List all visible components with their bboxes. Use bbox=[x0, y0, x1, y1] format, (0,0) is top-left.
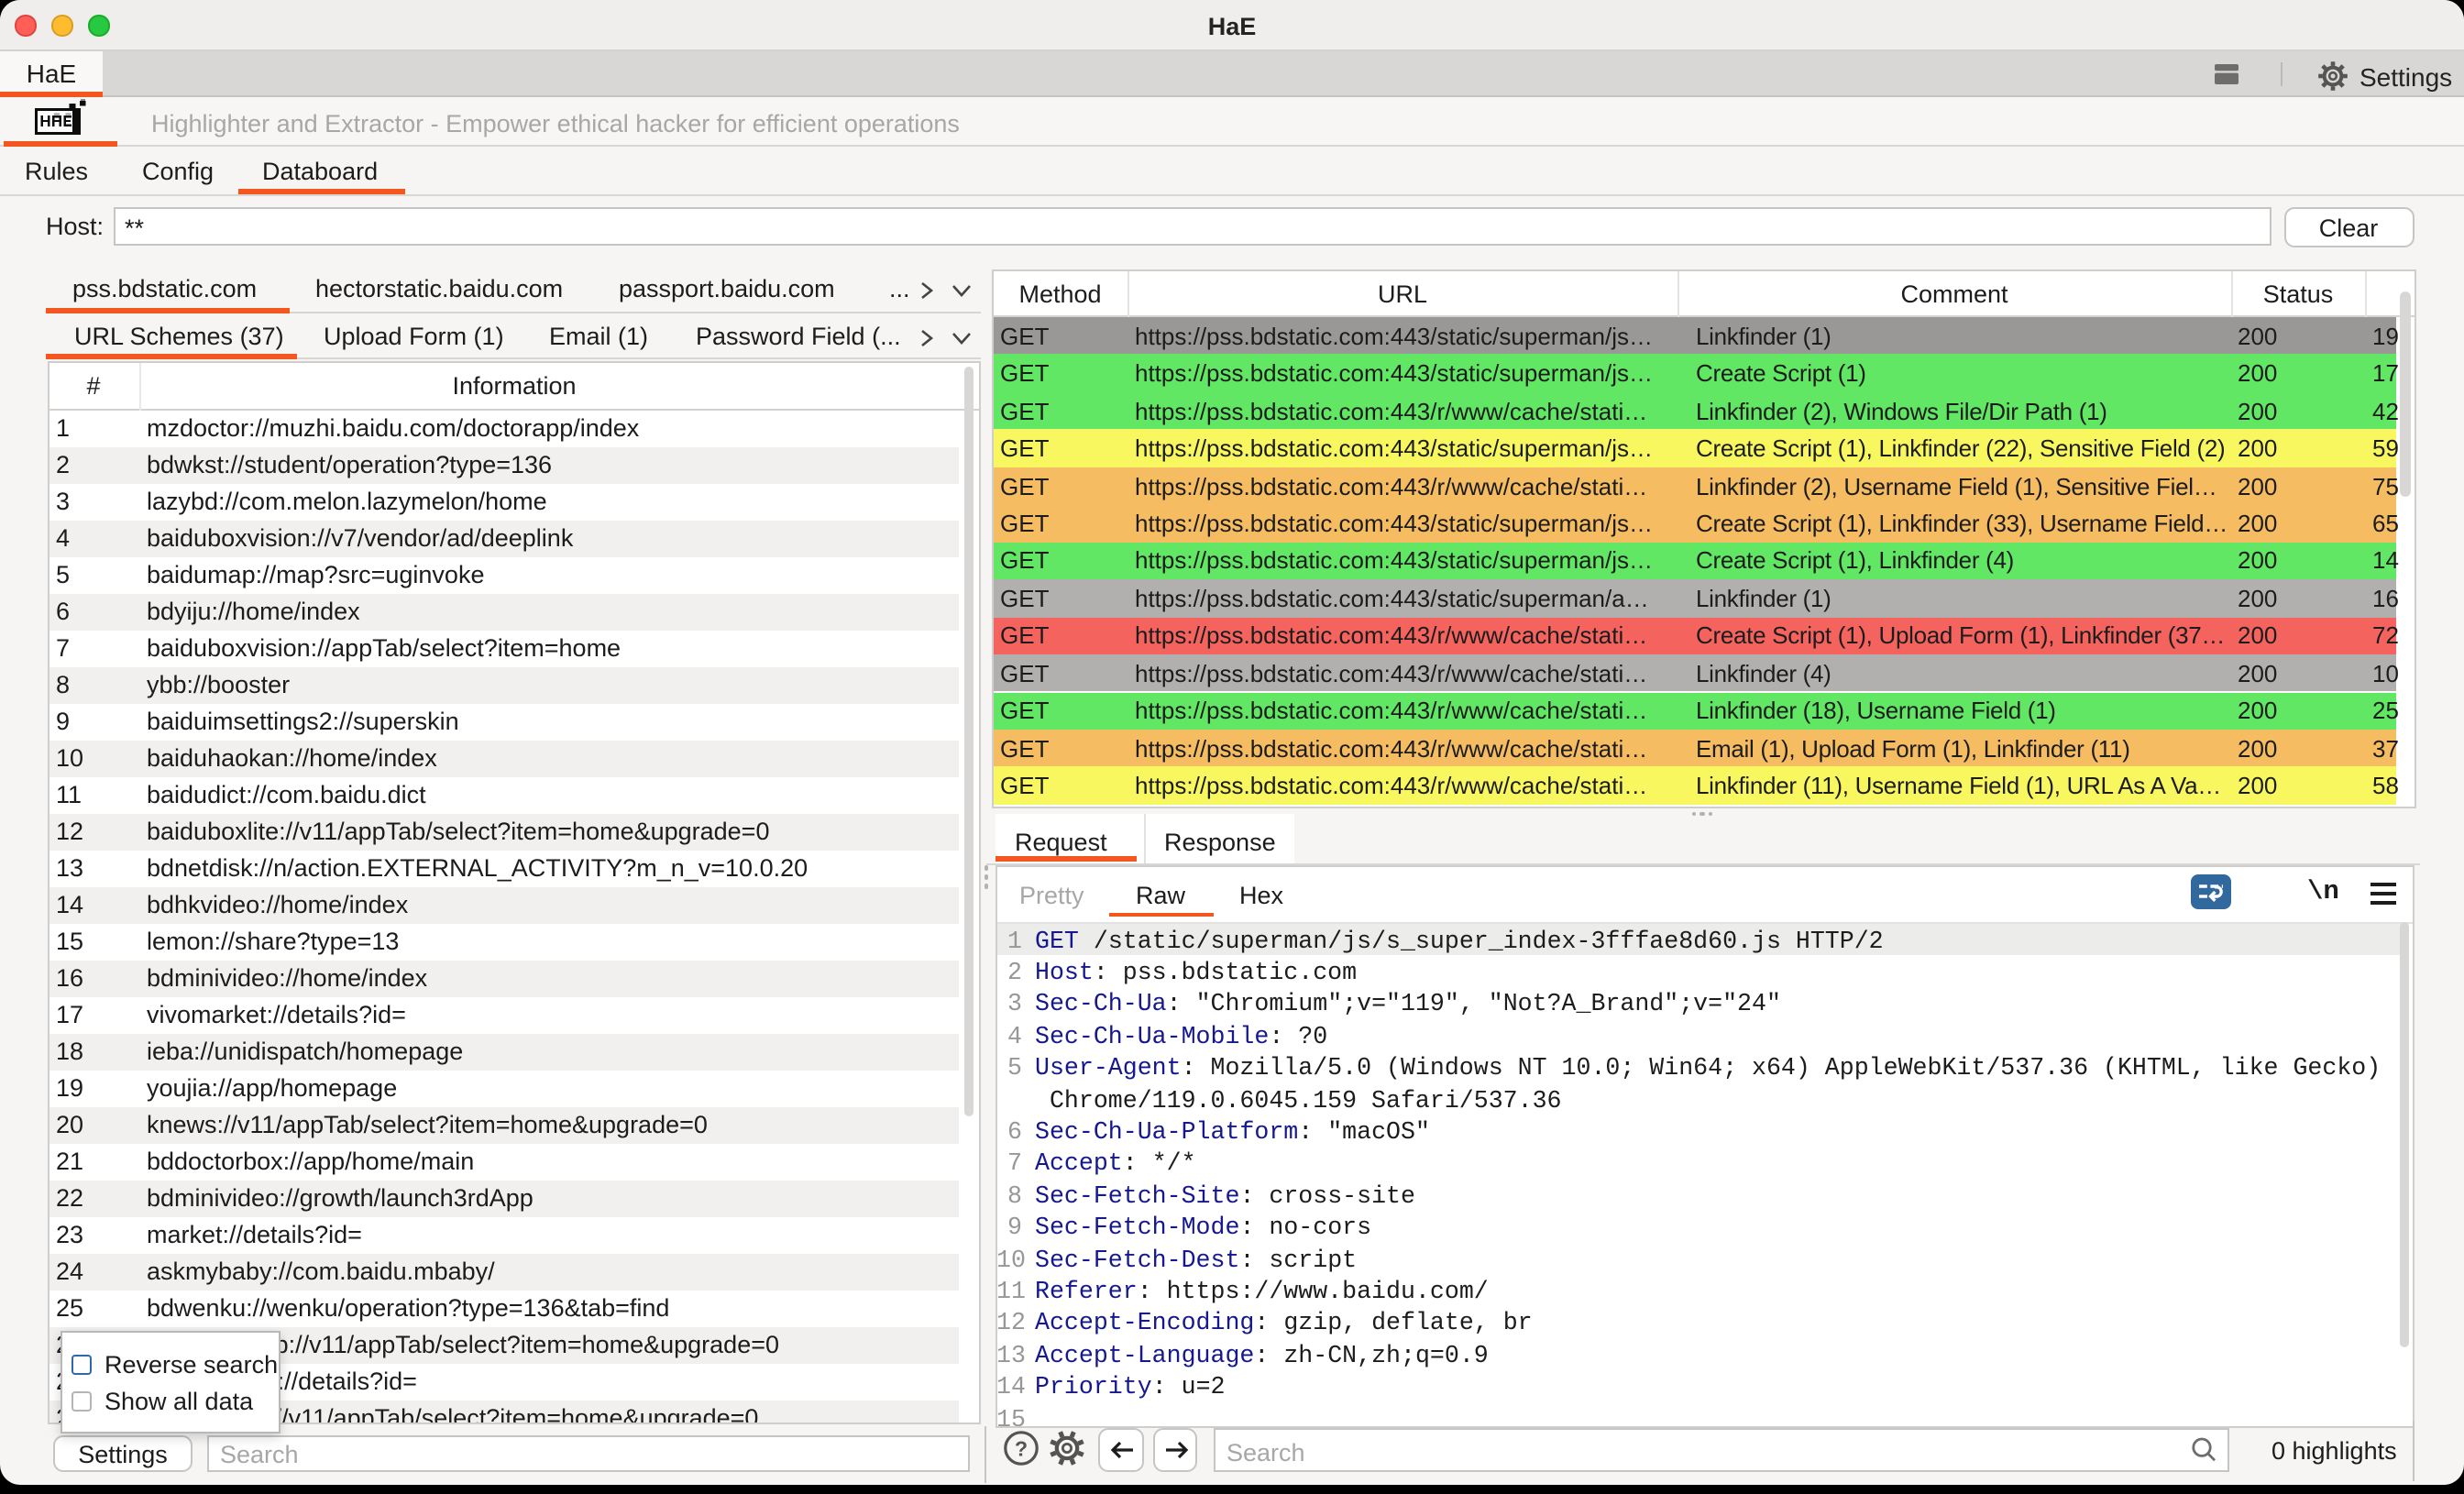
svg-text:?: ? bbox=[1014, 1435, 1027, 1459]
